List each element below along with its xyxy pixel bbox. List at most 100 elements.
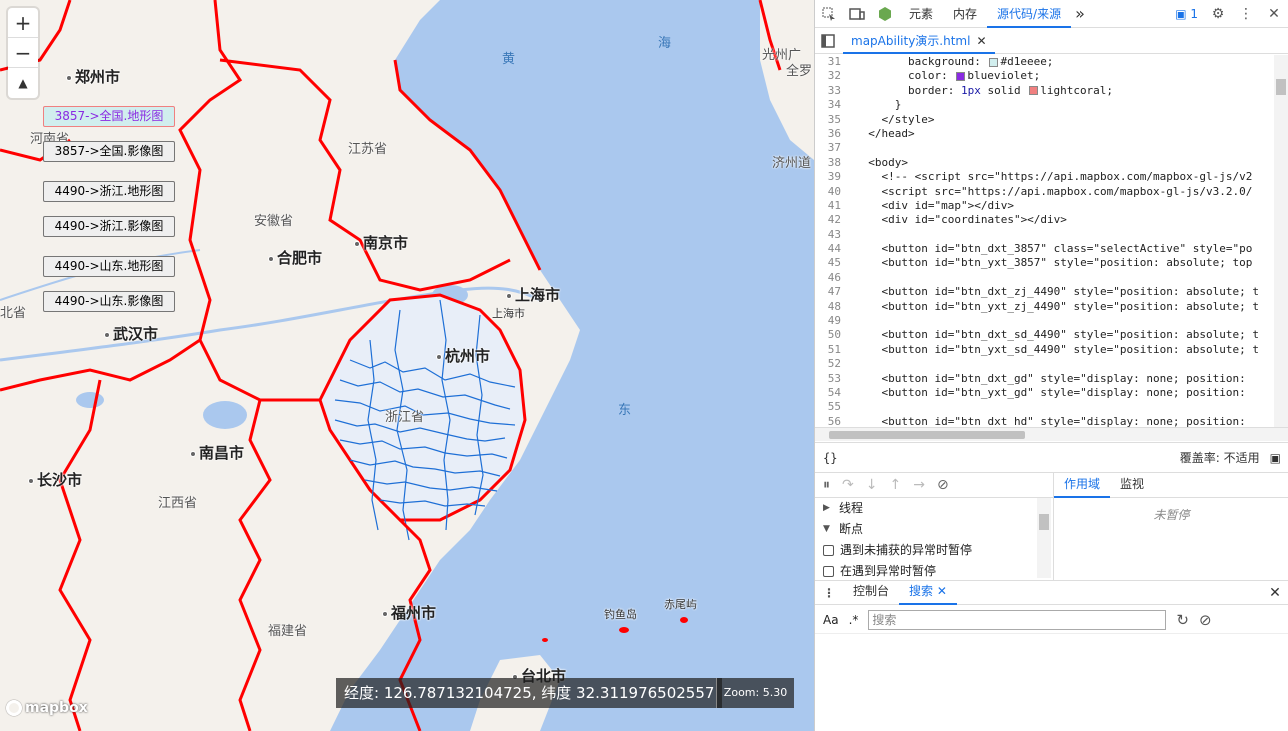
pause-uncaught-option[interactable]: 遇到未捕获的异常时暂停 xyxy=(815,540,1053,561)
code-line[interactable]: 46 xyxy=(815,271,1288,285)
clear-icon[interactable]: ⊘ xyxy=(1199,611,1212,629)
line-number[interactable]: 36 xyxy=(815,127,855,141)
line-number[interactable]: 44 xyxy=(815,242,855,256)
code-line[interactable]: 53 <button id="btn_dxt_gd" style="displa… xyxy=(815,372,1288,386)
line-number[interactable]: 52 xyxy=(815,357,855,371)
code-line[interactable]: 39 <!-- <script src="https://api.mapbox.… xyxy=(815,170,1288,184)
deactivate-breakpoints-icon[interactable]: ⊘ xyxy=(937,477,949,493)
pause-icon[interactable]: ⏸ xyxy=(823,477,830,493)
tab-elements[interactable]: 元素 xyxy=(899,0,943,28)
line-number[interactable]: 40 xyxy=(815,185,855,199)
close-search-tab-icon[interactable]: ✕ xyxy=(937,584,947,598)
line-number[interactable]: 53 xyxy=(815,372,855,386)
code-line[interactable]: 38 <body> xyxy=(815,156,1288,170)
line-number[interactable]: 41 xyxy=(815,199,855,213)
device-toolbar-icon[interactable] xyxy=(843,0,871,28)
pause-caught-checkbox[interactable] xyxy=(823,566,834,577)
inspect-element-icon[interactable] xyxy=(815,0,843,28)
tab-search[interactable]: 搜索 ✕ xyxy=(899,580,957,605)
line-number[interactable]: 39 xyxy=(815,170,855,184)
drawer-menu-icon[interactable]: ⋮ xyxy=(815,586,843,600)
line-number[interactable]: 49 xyxy=(815,314,855,328)
search-input[interactable] xyxy=(868,609,1167,630)
code-line[interactable]: 56 <button id="btn_dxt_hd" style="displa… xyxy=(815,415,1288,427)
code-line[interactable]: 48 <button id="btn_yxt_zj_4490" style="p… xyxy=(815,300,1288,314)
code-line[interactable]: 51 <button id="btn_yxt_sd_4490" style="p… xyxy=(815,343,1288,357)
code-line[interactable]: 35 </style> xyxy=(815,113,1288,127)
code-line[interactable]: 41 <div id="map"></div> xyxy=(815,199,1288,213)
refresh-icon[interactable]: ↻ xyxy=(1176,611,1189,629)
line-number[interactable]: 55 xyxy=(815,400,855,414)
code-line[interactable]: 45 <button id="btn_yxt_3857" style="posi… xyxy=(815,256,1288,270)
close-devtools-icon[interactable]: ✕ xyxy=(1260,0,1288,28)
code-line[interactable]: 31 background: #d1eeee; xyxy=(815,55,1288,69)
regex-toggle[interactable]: .* xyxy=(849,613,859,627)
step-into-icon[interactable]: ↓ xyxy=(866,477,878,493)
zoom-in-button[interactable]: + xyxy=(8,8,38,38)
extension-icon[interactable] xyxy=(871,0,899,28)
layer-button-3857-terrain[interactable]: 3857->全国.地形图 xyxy=(43,106,175,127)
tab-watch[interactable]: 监视 xyxy=(1110,472,1154,498)
line-number[interactable]: 31 xyxy=(815,55,855,69)
code-line[interactable]: 40 <script src="https://api.mapbox.com/m… xyxy=(815,185,1288,199)
step-out-icon[interactable]: ↑ xyxy=(889,477,901,493)
line-number[interactable]: 46 xyxy=(815,271,855,285)
line-number[interactable]: 56 xyxy=(815,415,855,427)
line-number[interactable]: 37 xyxy=(815,141,855,155)
line-number[interactable]: 32 xyxy=(815,69,855,83)
compass-button[interactable]: ▲ xyxy=(8,68,38,98)
line-number[interactable]: 45 xyxy=(815,256,855,270)
line-number[interactable]: 38 xyxy=(815,156,855,170)
line-number[interactable]: 47 xyxy=(815,285,855,299)
code-line[interactable]: 43 xyxy=(815,228,1288,242)
code-line[interactable]: 37 xyxy=(815,141,1288,155)
toggle-drawer-icon[interactable]: ▣ xyxy=(1270,451,1281,465)
line-number[interactable]: 54 xyxy=(815,386,855,400)
file-tab-mapability[interactable]: mapAbility演示.html ✕ xyxy=(843,28,995,54)
code-line[interactable]: 33 border: 1px solid lightcoral; xyxy=(815,84,1288,98)
code-line[interactable]: 52 xyxy=(815,357,1288,371)
code-line[interactable]: 50 <button id="btn_dxt_sd_4490" style="p… xyxy=(815,328,1288,342)
tab-memory[interactable]: 内存 xyxy=(943,0,987,28)
tab-console[interactable]: 控制台 xyxy=(843,580,899,605)
code-line[interactable]: 44 <button id="btn_dxt_3857" class="sele… xyxy=(815,242,1288,256)
line-number[interactable]: 42 xyxy=(815,213,855,227)
layer-button-sd-terrain[interactable]: 4490->山东.地形图 xyxy=(43,256,175,277)
mapbox-logo[interactable]: mapbox xyxy=(6,700,88,716)
close-drawer-icon[interactable]: ✕ xyxy=(1261,585,1288,601)
line-number[interactable]: 50 xyxy=(815,328,855,342)
more-options-icon[interactable]: ⋮ xyxy=(1232,0,1260,28)
threads-section[interactable]: ▶ 线程 xyxy=(815,498,1053,519)
line-number[interactable]: 33 xyxy=(815,84,855,98)
code-line[interactable]: 42 <div id="coordinates"></div> xyxy=(815,213,1288,227)
code-line[interactable]: 32 color: blueviolet; xyxy=(815,69,1288,83)
breakpoints-scrollbar[interactable] xyxy=(1037,498,1051,578)
step-icon[interactable]: → xyxy=(913,477,925,493)
issues-badge[interactable]: ▣ 1 xyxy=(1169,0,1204,28)
tab-scope[interactable]: 作用域 xyxy=(1054,472,1111,498)
pretty-print-icon[interactable]: {} xyxy=(823,451,837,465)
code-vertical-scrollbar[interactable] xyxy=(1274,55,1288,427)
line-number[interactable]: 34 xyxy=(815,98,855,112)
line-number[interactable]: 43 xyxy=(815,228,855,242)
line-number[interactable]: 35 xyxy=(815,113,855,127)
code-horizontal-scrollbar[interactable] xyxy=(815,427,1288,441)
code-line[interactable]: 49 xyxy=(815,314,1288,328)
code-line[interactable]: 47 <button id="btn_dxt_zj_4490" style="p… xyxy=(815,285,1288,299)
close-file-tab-icon[interactable]: ✕ xyxy=(976,34,986,48)
code-editor[interactable]: 31 background: #d1eeee; 32 color: bluevio… xyxy=(815,55,1288,427)
zoom-out-button[interactable]: − xyxy=(8,38,38,68)
line-number[interactable]: 48 xyxy=(815,300,855,314)
pause-uncaught-checkbox[interactable] xyxy=(823,545,834,556)
map-canvas[interactable]: 郑州市 河南省 江苏省 安徽省 合肥市 南京市 上海市 上海市 杭州市 浙江省 … xyxy=(0,0,814,731)
tab-sources[interactable]: 源代码/来源 xyxy=(987,0,1072,28)
code-line[interactable]: 55 xyxy=(815,400,1288,414)
layer-button-zj-imagery[interactable]: 4490->浙江.影像图 xyxy=(43,216,175,237)
match-case-toggle[interactable]: Aa xyxy=(823,613,839,627)
code-line[interactable]: 34 } xyxy=(815,98,1288,112)
layer-button-zj-terrain[interactable]: 4490->浙江.地形图 xyxy=(43,181,175,202)
step-over-icon[interactable]: ↷ xyxy=(842,477,854,493)
code-line[interactable]: 54 <button id="btn_yxt_gd" style="displa… xyxy=(815,386,1288,400)
breakpoints-section[interactable]: ▼ 断点 xyxy=(815,519,1053,540)
code-line[interactable]: 36 </head> xyxy=(815,127,1288,141)
